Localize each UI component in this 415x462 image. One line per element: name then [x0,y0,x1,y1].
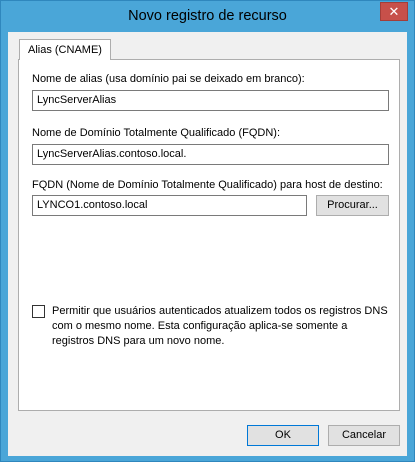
tab-alias-cname[interactable]: Alias (CNAME) [19,39,111,60]
allow-update-label: Permitir que usuários autenticados atual… [52,305,388,347]
browse-button[interactable]: Procurar... [316,195,389,216]
dialog-body: Alias (CNAME) Nome de alias (usa domínio… [8,32,407,456]
close-button[interactable]: ✕ [380,2,408,21]
allow-update-checkbox[interactable] [32,305,45,318]
window-title: Novo registro de recurso [128,8,287,24]
target-host-label: FQDN (Nome de Domínio Totalmente Qualifi… [32,179,383,191]
fqdn-label: Nome de Domínio Totalmente Qualificado (… [32,127,281,139]
close-icon: ✕ [388,4,400,19]
ok-button[interactable]: OK [247,425,319,446]
target-host-input[interactable]: LYNCO1.contoso.local [32,195,307,216]
title-bar[interactable]: Novo registro de recurso ✕ [1,1,414,33]
dialog-window: Novo registro de recurso ✕ Alias (CNAME)… [0,0,415,462]
cancel-button[interactable]: Cancelar [328,425,400,446]
fqdn-input[interactable]: LyncServerAlias.contoso.local. [32,144,389,165]
tab-panel: Nome de alias (usa domínio pai se deixad… [18,59,400,411]
alias-name-input[interactable]: LyncServerAlias [32,90,389,111]
alias-name-label: Nome de alias (usa domínio pai se deixad… [32,73,305,85]
